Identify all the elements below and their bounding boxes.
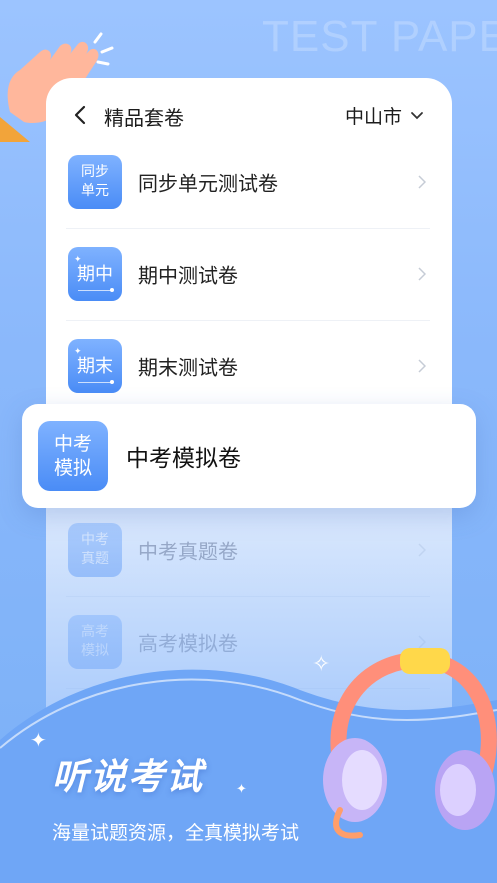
midterm-badge-icon: ✦ 期中 <box>68 247 122 301</box>
city-label: 中山市 <box>344 106 402 128</box>
chevron-right-icon <box>418 543 426 557</box>
page-title: 精品套卷 <box>104 106 184 130</box>
chevron-right-icon <box>418 267 426 281</box>
list-item-label: 期末测试卷 <box>138 355 238 380</box>
sparkle-icon: ✦ <box>30 728 47 752</box>
sync-unit-badge-icon: 同步 单元 <box>68 155 122 209</box>
sparkle-icon: ✦ <box>236 782 247 797</box>
chevron-down-icon <box>411 111 423 119</box>
promo-subtitle: 海量试题资源，全真模拟考试 <box>52 822 300 844</box>
city-selector[interactable]: 中山市 <box>345 102 424 129</box>
list-item-final[interactable]: ✦ 期末 期末测试卷 <box>66 320 430 413</box>
chevron-right-icon <box>418 175 426 189</box>
final-badge-icon: ✦ 期末 <box>68 339 122 393</box>
highlighted-item-label: 中考模拟卷 <box>126 446 241 472</box>
list-item-label: 同步单元测试卷 <box>138 171 278 196</box>
background-watermark-text: TEST PAPE <box>262 12 497 61</box>
highlighted-item-zhongkao-mock[interactable]: 中考 模拟 中考模拟卷 <box>22 404 476 508</box>
list-item-label: 期中测试卷 <box>138 263 238 288</box>
header: 精品套卷 中山市 <box>46 98 452 134</box>
zhongkao-mock-badge-icon: 中考 模拟 <box>38 421 108 491</box>
list-item-sync-unit[interactable]: 同步 单元 同步单元测试卷 <box>66 136 430 229</box>
zhongkao-real-badge-icon: 中考 真题 <box>68 523 122 577</box>
promo-title: 听说考试 <box>52 757 205 798</box>
list-item-midterm[interactable]: ✦ 期中 期中测试卷 <box>66 228 430 321</box>
back-arrow-icon[interactable] <box>72 104 90 126</box>
list-item-label: 中考真题卷 <box>138 539 238 564</box>
chevron-right-icon <box>418 359 426 373</box>
headphones-icon <box>323 648 497 839</box>
list-item-zhongkao-real[interactable]: 中考 真题 中考真题卷 <box>66 504 430 597</box>
